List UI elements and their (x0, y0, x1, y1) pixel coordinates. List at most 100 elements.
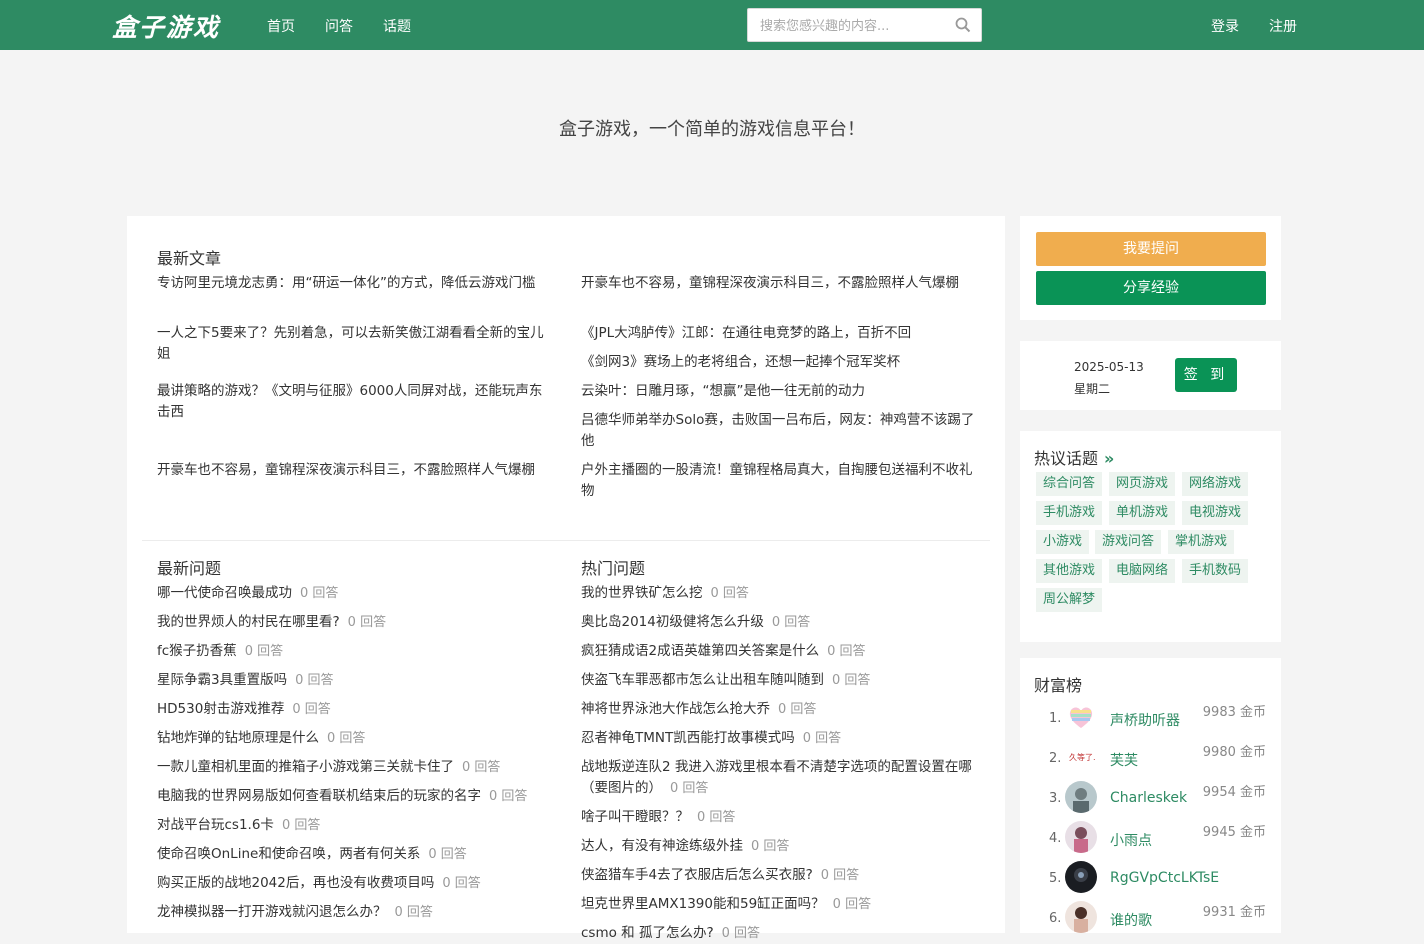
question-link[interactable]: 疯狂猜成语2成语英雄第四关答案是什么 (581, 643, 819, 659)
question-link[interactable]: 钻地炸弹的钻地原理是什么 (157, 730, 319, 746)
question-link[interactable]: 坦克世界里AMX1390能和59缸正面吗？ (581, 896, 825, 912)
signin-button[interactable]: 签 到 (1175, 358, 1237, 392)
user-name-link[interactable]: Charleskek (1110, 790, 1187, 806)
question-item: 疯狂猜成语2成语英雄第四关答案是什么 0 回答 (581, 641, 981, 662)
coin-count: 9954 金币 (1202, 785, 1266, 800)
rank-row: 4. 小雨点 9945 金币 (1020, 821, 1281, 861)
nav-qa[interactable]: 问答 (325, 16, 353, 36)
article-link[interactable]: 户外主播圈的一股清流！童锦程格局真大，自掏腰包送福利不收礼物 (581, 460, 976, 502)
article-link[interactable]: 开豪车也不容易，童锦程深夜演示科目三，不露脸照样人气爆棚 (157, 460, 552, 481)
nav-topics[interactable]: 话题 (383, 16, 411, 36)
article-link[interactable]: 吕德华师弟举办Solo赛，击败国一吕布后，网友：神鸡营不该踢了他 (581, 410, 976, 452)
answer-count: 0 回答 (820, 868, 860, 883)
question-link[interactable]: HD530射击游戏推荐 (157, 701, 284, 717)
question-item: csmo 和 孤了怎么办? 0 回答 (581, 923, 981, 944)
rank-number: 4. (1049, 831, 1062, 846)
answer-count: 0 回答 (751, 839, 790, 854)
coin-count: 9983 金币 (1202, 705, 1266, 720)
question-link[interactable]: 对战平台玩cs1.6卡 (157, 817, 274, 833)
share-experience-button[interactable]: 分享经验 (1036, 271, 1266, 305)
question-link[interactable]: 战地叛逆连队2 我进入游戏里根本看不清楚字选项的配置设置在哪（要图片的） (581, 759, 972, 796)
answer-count: 0 回答 (295, 673, 334, 688)
top-navbar: 盒子游戏 首页 问答 话题 登录 注册 (0, 0, 1424, 50)
question-item: 我的世界烦人的村民在哪里看? 0 回答 (157, 612, 557, 633)
ask-question-button[interactable]: 我要提问 (1036, 232, 1266, 266)
topic-tag[interactable]: 综合问答 (1036, 472, 1103, 496)
topic-tag[interactable]: 网络游戏 (1182, 472, 1249, 496)
hot-questions-title: 热门问题 (581, 559, 646, 578)
question-link[interactable]: 达人，有没有神途练级外挂 (581, 838, 743, 854)
question-link[interactable]: 我的世界铁矿怎么挖 (581, 585, 703, 601)
user-avatar[interactable] (1065, 781, 1097, 813)
question-link[interactable]: 侠盗飞车罪恶都市怎么让出租车随叫随到 (581, 672, 824, 688)
question-item: 购买正版的战地2042后，再也没有收费项目吗 0 回答 (157, 873, 557, 894)
login-link[interactable]: 登录 (1211, 16, 1239, 36)
question-link[interactable]: csmo 和 孤了怎么办? (581, 925, 714, 941)
article-link[interactable]: 开豪车也不容易，童锦程深夜演示科目三，不露脸照样人气爆棚 (581, 273, 976, 294)
rank-row: 2. 久等了. 芙芙 9980 金币 (1020, 741, 1281, 781)
topic-tag[interactable]: 电脑网络 (1109, 559, 1176, 583)
topic-tag[interactable]: 周公解梦 (1036, 588, 1103, 612)
answer-count: 0 回答 (462, 760, 501, 775)
question-link[interactable]: 侠盗猎车手4去了衣服店后怎么买衣服? (581, 867, 813, 883)
question-link[interactable]: 电脑我的世界网易版如何查看联机结束后的玩家的名字 (157, 788, 481, 804)
question-link[interactable]: 一款儿童相机里面的推箱子小游戏第三关就卡住了 (157, 759, 454, 775)
question-link[interactable]: 星际争霸3具重置版吗 (157, 672, 287, 688)
question-link[interactable]: 哪一代使命召唤最成功 (157, 585, 292, 601)
user-avatar[interactable] (1065, 821, 1097, 853)
topic-tag[interactable]: 单机游戏 (1109, 501, 1176, 525)
question-item: fc猴子扔香蕉 0 回答 (157, 641, 557, 662)
user-avatar[interactable] (1065, 861, 1097, 893)
user-avatar[interactable]: 久等了. (1065, 741, 1097, 773)
question-link[interactable]: 奥比岛2014初级健将怎么升级 (581, 614, 764, 630)
question-item: 侠盗猎车手4去了衣服店后怎么买衣服? 0 回答 (581, 865, 981, 886)
answer-count: 0 回答 (827, 644, 866, 659)
coin-count: 9931 金币 (1202, 905, 1266, 920)
search-input[interactable] (760, 16, 950, 36)
question-link[interactable]: 啥子叫干瞪眼？？ (581, 809, 689, 825)
article-link[interactable]: 最讲策略的游戏？《文明与征服》6000人同屏对战，还能玩声东击西 (157, 381, 552, 423)
question-item: 星际争霸3具重置版吗 0 回答 (157, 670, 557, 691)
question-link[interactable]: 购买正版的战地2042后，再也没有收费项目吗 (157, 875, 434, 891)
question-link[interactable]: 我的世界烦人的村民在哪里看? (157, 614, 340, 630)
topic-tag[interactable]: 掌机游戏 (1168, 530, 1235, 554)
question-link[interactable]: 神将世界泳池大作战怎么抢大乔 (581, 701, 770, 717)
user-name-link[interactable]: 谁的歌 (1110, 910, 1152, 930)
topic-tag[interactable]: 其他游戏 (1036, 559, 1103, 583)
question-link[interactable]: 忍者神龟TMNT凯西能打故事模式吗 (581, 730, 795, 746)
more-topics-link[interactable]: » (1104, 449, 1114, 468)
search-icon[interactable] (955, 17, 971, 33)
article-link[interactable]: 《JPL大鸿胪传》江郎：在通往电竞梦的路上，百折不回 (581, 323, 976, 344)
question-item: 哪一代使命召唤最成功 0 回答 (157, 583, 557, 604)
question-item: 啥子叫干瞪眼？？ 0 回答 (581, 807, 981, 828)
user-name-link[interactable]: 声桥助听器 (1110, 710, 1180, 730)
topic-tag[interactable]: 手机数码 (1182, 559, 1249, 583)
question-item: 战地叛逆连队2 我进入游戏里根本看不清楚字选项的配置设置在哪（要图片的） 0 回答 (581, 757, 981, 799)
question-link[interactable]: 使命召唤OnLine和使命召唤，两者有何关系 (157, 846, 420, 862)
user-name-link[interactable]: 芙芙 (1110, 750, 1138, 770)
site-slogan: 盒子游戏，一个简单的游戏信息平台！ (559, 119, 865, 140)
answer-count: 0 回答 (327, 731, 366, 746)
answer-count: 0 回答 (778, 702, 817, 717)
user-name-link[interactable]: RgGVpCtcLKTsE (1110, 870, 1219, 886)
nav-home[interactable]: 首页 (267, 16, 295, 36)
hot-topics-title: 热议话题» (1034, 449, 1115, 468)
wealth-ranking-title: 财富榜 (1034, 676, 1083, 695)
user-avatar[interactable] (1065, 701, 1097, 733)
article-link[interactable]: 一人之下5要来了？先别着急，可以去新笑傲江湖看看全新的宝儿姐 (157, 323, 552, 365)
article-link[interactable]: 云染叶：日雕月琢，“想赢”是他一往无前的动力 (581, 381, 976, 402)
register-link[interactable]: 注册 (1269, 16, 1297, 36)
article-link[interactable]: 专访阿里元境龙志勇：用“研运一体化”的方式，降低云游戏门槛 (157, 273, 552, 294)
topic-tag[interactable]: 手机游戏 (1036, 501, 1103, 525)
topic-tag[interactable]: 电视游戏 (1182, 501, 1249, 525)
user-name-link[interactable]: 小雨点 (1110, 830, 1152, 850)
topic-tag[interactable]: 小游戏 (1036, 530, 1090, 554)
topic-tag[interactable]: 游戏问答 (1095, 530, 1162, 554)
topic-tag[interactable]: 网页游戏 (1109, 472, 1176, 496)
latest-articles-title: 最新文章 (157, 249, 222, 268)
question-link[interactable]: 龙神模拟器一打开游戏就闪退怎么办？ (157, 904, 387, 920)
question-link[interactable]: fc猴子扔香蕉 (157, 643, 237, 659)
article-link[interactable]: 《剑网3》赛场上的老将组合，还想一起捧个冠军奖杯 (581, 352, 976, 373)
site-logo[interactable]: 盒子游戏 (112, 8, 220, 44)
user-avatar[interactable] (1065, 901, 1097, 933)
